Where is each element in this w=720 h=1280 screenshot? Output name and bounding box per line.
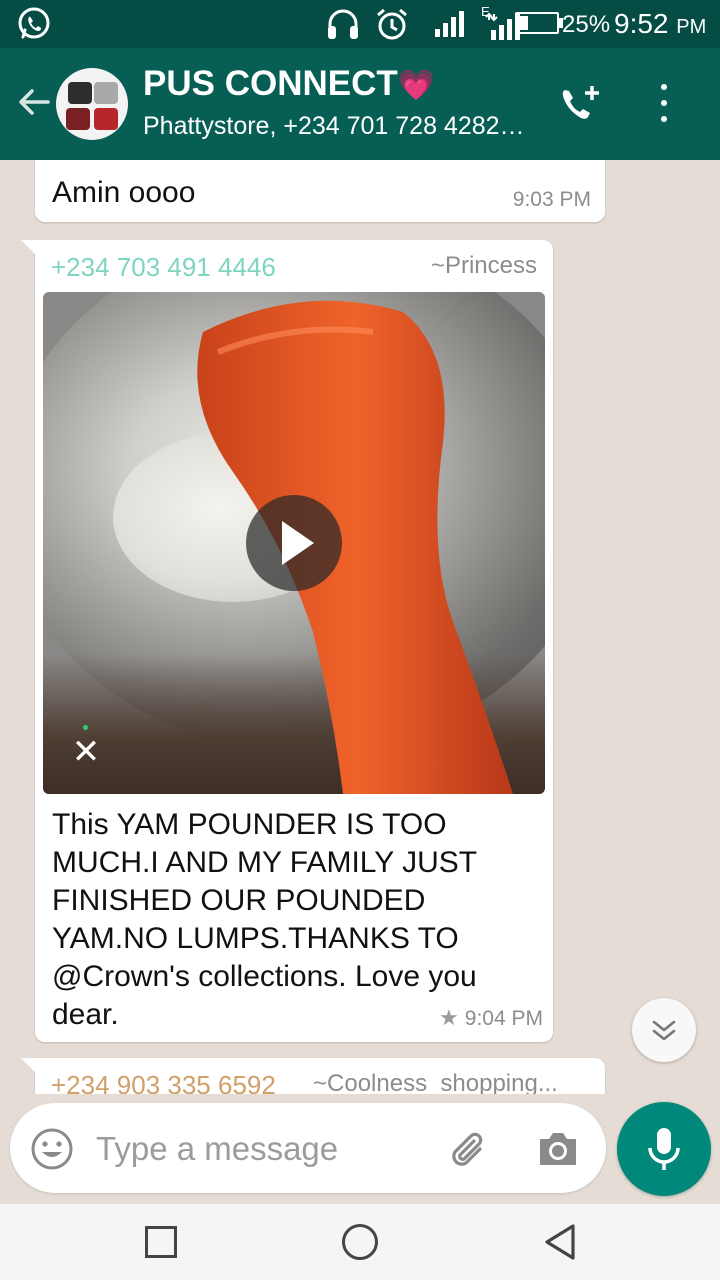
- message-composer: [10, 1103, 606, 1193]
- recent-apps-icon[interactable]: [145, 1226, 177, 1258]
- scroll-to-bottom-button[interactable]: [632, 998, 696, 1062]
- clock-ampm: PM: [676, 16, 707, 38]
- chat-participants[interactable]: Phattystore, +234 701 728 4282…: [143, 112, 538, 141]
- chat-title[interactable]: PUS CONNECT💗: [143, 64, 435, 104]
- avatar-bag-1: [68, 82, 92, 104]
- message-text: Amin oooo: [52, 176, 196, 209]
- play-icon: [282, 521, 314, 565]
- message-caption: This YAM POUNDER IS TOO MUCH.I AND MY FA…: [52, 808, 477, 1031]
- star-icon: ★: [439, 1006, 459, 1031]
- add-call-icon[interactable]: [556, 82, 604, 130]
- message-input[interactable]: [96, 1127, 426, 1171]
- message-bubble[interactable]: +234 703 491 4446 ~Princess ✕ This YAM P…: [21, 240, 553, 1042]
- more-vert-icon[interactable]: [648, 78, 680, 130]
- battery-icon: [515, 12, 559, 34]
- sender-phone[interactable]: +234 703 491 4446: [51, 252, 276, 283]
- status-dot: [83, 725, 88, 730]
- signal-icon: [435, 11, 464, 37]
- message-time: 9:03 PM: [512, 188, 591, 211]
- play-button[interactable]: [246, 495, 342, 591]
- bubble-tail: [21, 1058, 37, 1074]
- clock: 9:52 PM: [614, 8, 706, 40]
- chat-header: PUS CONNECT💗 Phattystore, +234 701 728 4…: [0, 48, 720, 160]
- sender-alias: ~Princess: [430, 252, 537, 279]
- message-bubble[interactable]: +234 903 335 6592 ~Coolness_shopping...: [21, 1058, 605, 1094]
- sender-phone[interactable]: +234 903 335 6592: [51, 1070, 276, 1094]
- camera-icon[interactable]: [536, 1129, 580, 1169]
- battery-percent: 25%: [562, 11, 611, 38]
- alarm-icon: [377, 8, 407, 40]
- home-icon[interactable]: [342, 1224, 378, 1260]
- paperclip-icon[interactable]: [446, 1127, 492, 1173]
- emoji-icon[interactable]: [30, 1127, 74, 1171]
- status-bar: E 25% 9:52 PM: [0, 0, 720, 48]
- group-avatar[interactable]: [56, 68, 128, 140]
- system-nav-bar: [0, 1204, 720, 1280]
- chat-title-text: PUS CONNECT: [143, 64, 398, 103]
- chat-area[interactable]: Amin oooo 9:03 PM +234 703 491 4446 ~Pri…: [0, 160, 720, 1094]
- video-thumbnail[interactable]: ✕: [43, 292, 545, 794]
- whatsapp-icon: [18, 7, 50, 39]
- nav-back-icon[interactable]: [540, 1222, 580, 1262]
- close-icon[interactable]: ✕: [71, 735, 101, 769]
- clock-time: 9:52: [614, 8, 669, 39]
- mic-icon: [648, 1128, 680, 1170]
- battery-level: [519, 16, 528, 30]
- avatar-bag-2: [94, 82, 118, 104]
- message-meta: ★ 9:04 PM: [439, 1006, 543, 1031]
- sender-alias: ~Coolness_shopping...: [313, 1070, 558, 1094]
- voice-record-button[interactable]: [617, 1102, 711, 1196]
- heart-emoji: 💗: [397, 68, 436, 103]
- headset-icon: [328, 9, 358, 39]
- avatar-bag-3: [66, 108, 90, 130]
- back-arrow-icon[interactable]: [14, 82, 54, 122]
- message-bubble[interactable]: Amin oooo 9:03 PM: [35, 160, 605, 222]
- double-chevron-down-icon: [652, 1020, 676, 1041]
- avatar-bag-4: [94, 108, 118, 130]
- bubble-tail: [21, 240, 37, 256]
- message-time: 9:04 PM: [464, 1006, 543, 1030]
